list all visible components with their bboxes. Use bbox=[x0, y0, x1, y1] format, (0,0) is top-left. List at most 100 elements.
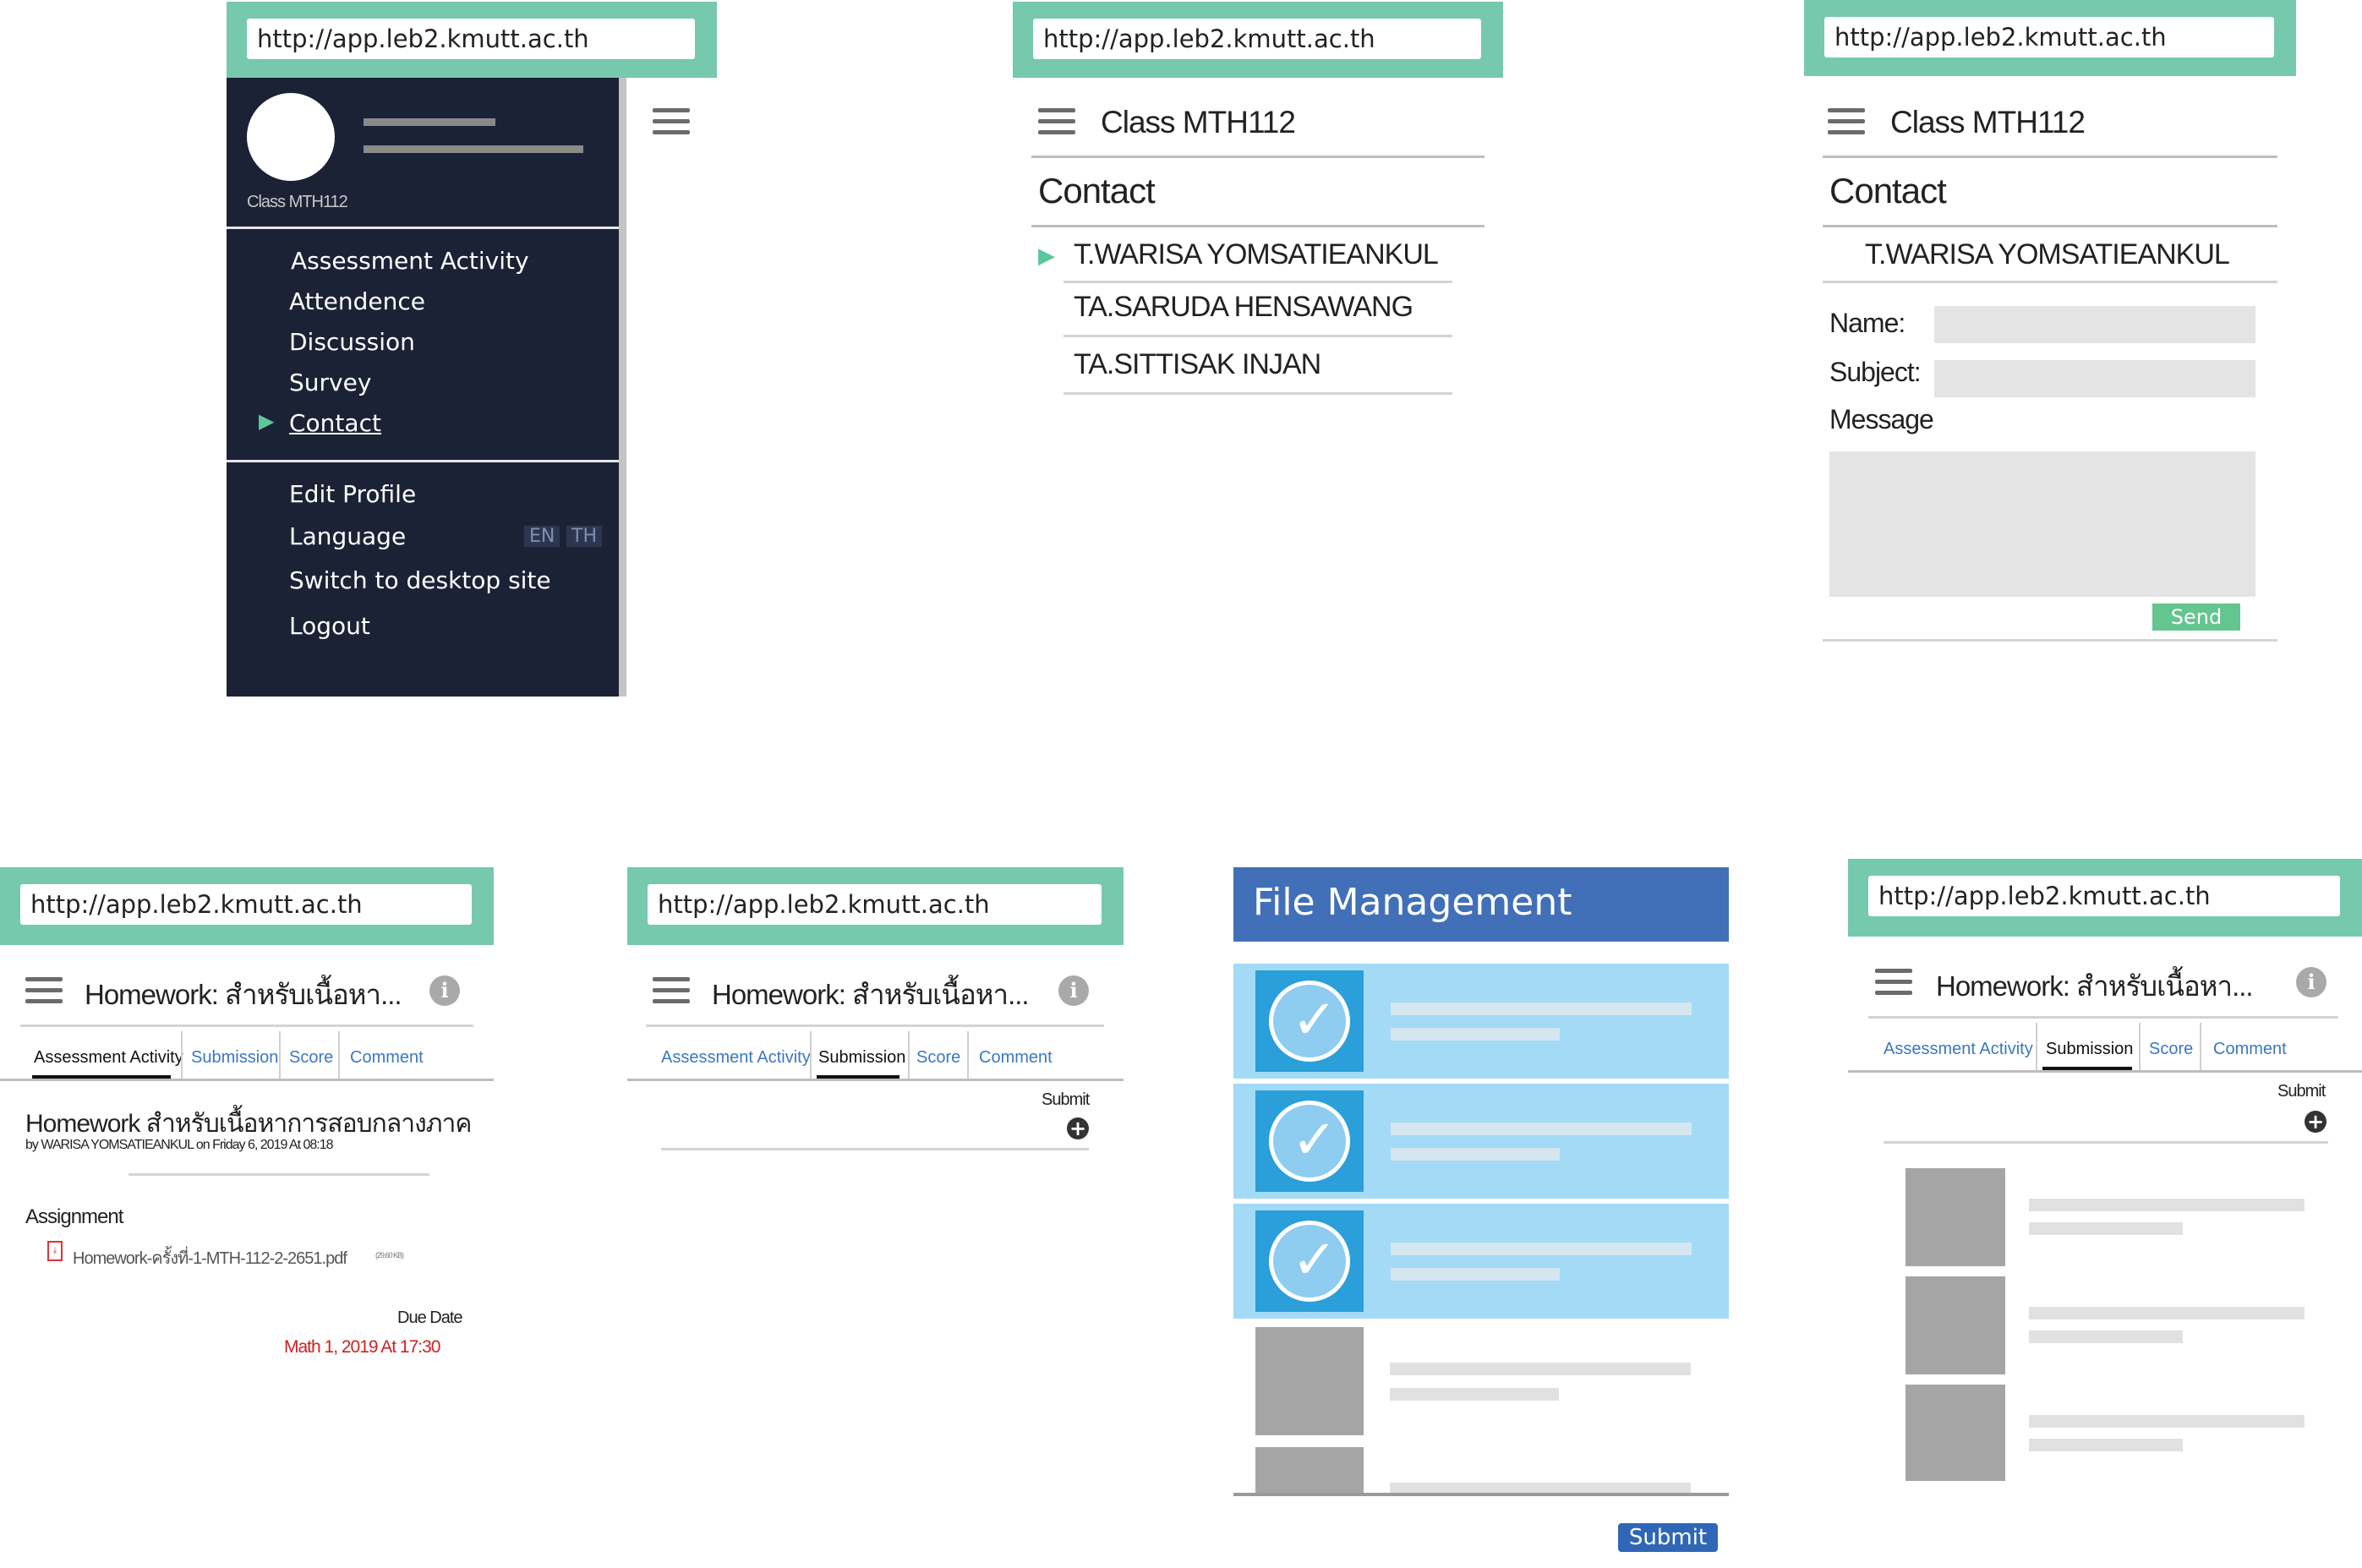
tab-comment[interactable]: Comment bbox=[979, 1048, 1053, 1068]
divider bbox=[20, 1024, 473, 1027]
tab-separator bbox=[279, 1031, 281, 1079]
tab-score[interactable]: Score bbox=[2149, 1040, 2193, 1059]
homework-title: Homework: สำหรับเนื้อหา... bbox=[1936, 970, 2254, 1002]
divider bbox=[646, 1024, 1104, 1027]
drawer-item-attendence[interactable]: Attendence bbox=[289, 287, 425, 315]
switch-desktop-link[interactable]: Switch to desktop site bbox=[289, 566, 551, 594]
submitted-file-thumbnail[interactable] bbox=[1905, 1276, 2005, 1374]
file-item-selected[interactable]: ✓ bbox=[1233, 1204, 1729, 1319]
file-item-selected[interactable]: ✓ bbox=[1233, 1084, 1729, 1199]
divider bbox=[1823, 156, 2277, 158]
file-size: (29.60 KB) bbox=[375, 1251, 404, 1259]
file-name-placeholder bbox=[1391, 1123, 1692, 1135]
divider bbox=[627, 1079, 1124, 1081]
submit-button[interactable]: Submit bbox=[1618, 1523, 1718, 1552]
info-icon[interactable]: i bbox=[429, 975, 460, 1006]
tab-assessment-activity[interactable]: Assessment Activity bbox=[1884, 1040, 2033, 1059]
info-icon[interactable]: i bbox=[2296, 967, 2326, 997]
url-bar: http://app.leb2.kmutt.ac.th bbox=[0, 867, 494, 945]
profile-detail-placeholder bbox=[364, 145, 583, 153]
menu-icon[interactable] bbox=[653, 108, 690, 135]
contact-item[interactable]: TA.SITTISAK INJAN bbox=[1074, 348, 1321, 381]
contact-item[interactable]: TA.SARUDA HENSAWANG bbox=[1074, 291, 1413, 324]
tab-submission[interactable]: Submission bbox=[2046, 1040, 2133, 1059]
divider bbox=[1823, 281, 2277, 283]
name-input[interactable] bbox=[1934, 306, 2255, 343]
class-title: Class MTH112 bbox=[1890, 105, 2086, 139]
drawer-item-contact[interactable]: Contact bbox=[289, 409, 381, 437]
file-name-placeholder bbox=[1391, 1243, 1692, 1255]
homework-title: Homework: สำหรับเนื้อหา... bbox=[712, 979, 1030, 1010]
tab-comment[interactable]: Comment bbox=[350, 1048, 424, 1068]
file-thumbnail[interactable] bbox=[1255, 1327, 1364, 1435]
subject-input[interactable] bbox=[1934, 360, 2255, 397]
edit-profile-link[interactable]: Edit Profile bbox=[289, 480, 416, 508]
divider bbox=[1848, 1070, 2362, 1073]
tab-separator bbox=[181, 1031, 183, 1079]
file-item-selected[interactable]: ✓ bbox=[1233, 964, 1729, 1079]
add-submission-icon[interactable]: + bbox=[1067, 1117, 1089, 1139]
submit-label: Submit bbox=[1042, 1090, 1090, 1109]
send-button[interactable]: Send bbox=[2152, 604, 2240, 631]
tab-submission[interactable]: Submission bbox=[191, 1048, 278, 1068]
url-field[interactable]: http://app.leb2.kmutt.ac.th bbox=[1033, 19, 1481, 59]
menu-icon[interactable] bbox=[1875, 969, 1912, 996]
subject-label: Subject: bbox=[1829, 357, 1922, 387]
menu-icon[interactable] bbox=[1038, 108, 1075, 135]
lang-th-button[interactable]: TH bbox=[566, 526, 602, 547]
file-name-placeholder bbox=[2029, 1199, 2305, 1211]
file-name-placeholder bbox=[1391, 1003, 1692, 1015]
language-label: Language bbox=[289, 522, 407, 550]
tab-comment[interactable]: Comment bbox=[2213, 1040, 2287, 1059]
file-thumbnail[interactable] bbox=[1255, 1447, 1364, 1494]
divider bbox=[1063, 281, 1452, 283]
tab-score[interactable]: Score bbox=[289, 1048, 333, 1068]
menu-icon[interactable] bbox=[1828, 108, 1865, 135]
url-field[interactable]: http://app.leb2.kmutt.ac.th bbox=[1868, 876, 2340, 916]
message-textarea[interactable] bbox=[1829, 451, 2255, 597]
lang-en-button[interactable]: EN bbox=[524, 526, 560, 547]
file-thumbnail: ✓ bbox=[1255, 1210, 1364, 1312]
drawer-item-assessment-activity[interactable]: Assessment Activity bbox=[291, 247, 529, 275]
info-icon[interactable]: i bbox=[1058, 975, 1089, 1006]
logout-link[interactable]: Logout bbox=[289, 612, 370, 640]
menu-icon[interactable] bbox=[653, 977, 690, 1004]
divider bbox=[1031, 225, 1484, 227]
contact-heading: Contact bbox=[1038, 171, 1156, 210]
divider bbox=[1884, 1141, 2328, 1144]
submitted-file-thumbnail[interactable] bbox=[1905, 1385, 2005, 1481]
tab-assessment-activity[interactable]: Assessment Activity bbox=[661, 1048, 811, 1068]
url-field[interactable]: http://app.leb2.kmutt.ac.th bbox=[247, 19, 695, 59]
tab-submission[interactable]: Submission bbox=[818, 1048, 905, 1068]
drawer-item-survey[interactable]: Survey bbox=[289, 369, 371, 396]
tab-separator bbox=[2200, 1023, 2201, 1070]
tab-separator bbox=[338, 1031, 340, 1079]
contact-item[interactable]: T.WARISA YOMSATIEANKUL bbox=[1074, 238, 1439, 271]
add-submission-icon[interactable]: + bbox=[2305, 1111, 2326, 1133]
side-drawer: Class MTH112 Assessment Activity Attende… bbox=[227, 78, 626, 697]
message-label: Message bbox=[1829, 404, 1934, 434]
menu-icon[interactable] bbox=[25, 977, 63, 1004]
tab-score[interactable]: Score bbox=[916, 1048, 960, 1068]
url-bar: http://app.leb2.kmutt.ac.th bbox=[627, 867, 1124, 945]
selected-arrow-icon: ▶ bbox=[1038, 243, 1055, 269]
tab-assessment-activity[interactable]: Assessment Activity bbox=[34, 1048, 183, 1068]
url-field[interactable]: http://app.leb2.kmutt.ac.th bbox=[648, 884, 1102, 925]
file-name-placeholder bbox=[1390, 1363, 1691, 1375]
url-field[interactable]: http://app.leb2.kmutt.ac.th bbox=[1824, 17, 2274, 57]
file-info-placeholder bbox=[1391, 1268, 1560, 1281]
file-info-placeholder bbox=[1391, 1028, 1560, 1041]
file-name-placeholder bbox=[2029, 1307, 2305, 1319]
url-field[interactable]: http://app.leb2.kmutt.ac.th bbox=[20, 884, 472, 925]
homework-title: Homework: สำหรับเนื้อหา... bbox=[85, 979, 402, 1010]
url-bar: http://app.leb2.kmutt.ac.th bbox=[1848, 859, 2362, 937]
submitted-file-thumbnail[interactable] bbox=[1905, 1168, 2005, 1266]
contact-heading: Contact bbox=[1829, 171, 1947, 210]
divider bbox=[661, 1148, 1089, 1150]
drawer-item-discussion[interactable]: Discussion bbox=[289, 328, 415, 356]
profile-name-placeholder bbox=[364, 118, 495, 126]
tab-separator bbox=[810, 1031, 812, 1079]
divider bbox=[1031, 156, 1484, 158]
attachment-link[interactable]: Homework-ครั้งที่-1-MTH-112-2-2651.pdf bbox=[73, 1244, 347, 1271]
drawer-divider bbox=[227, 227, 619, 229]
